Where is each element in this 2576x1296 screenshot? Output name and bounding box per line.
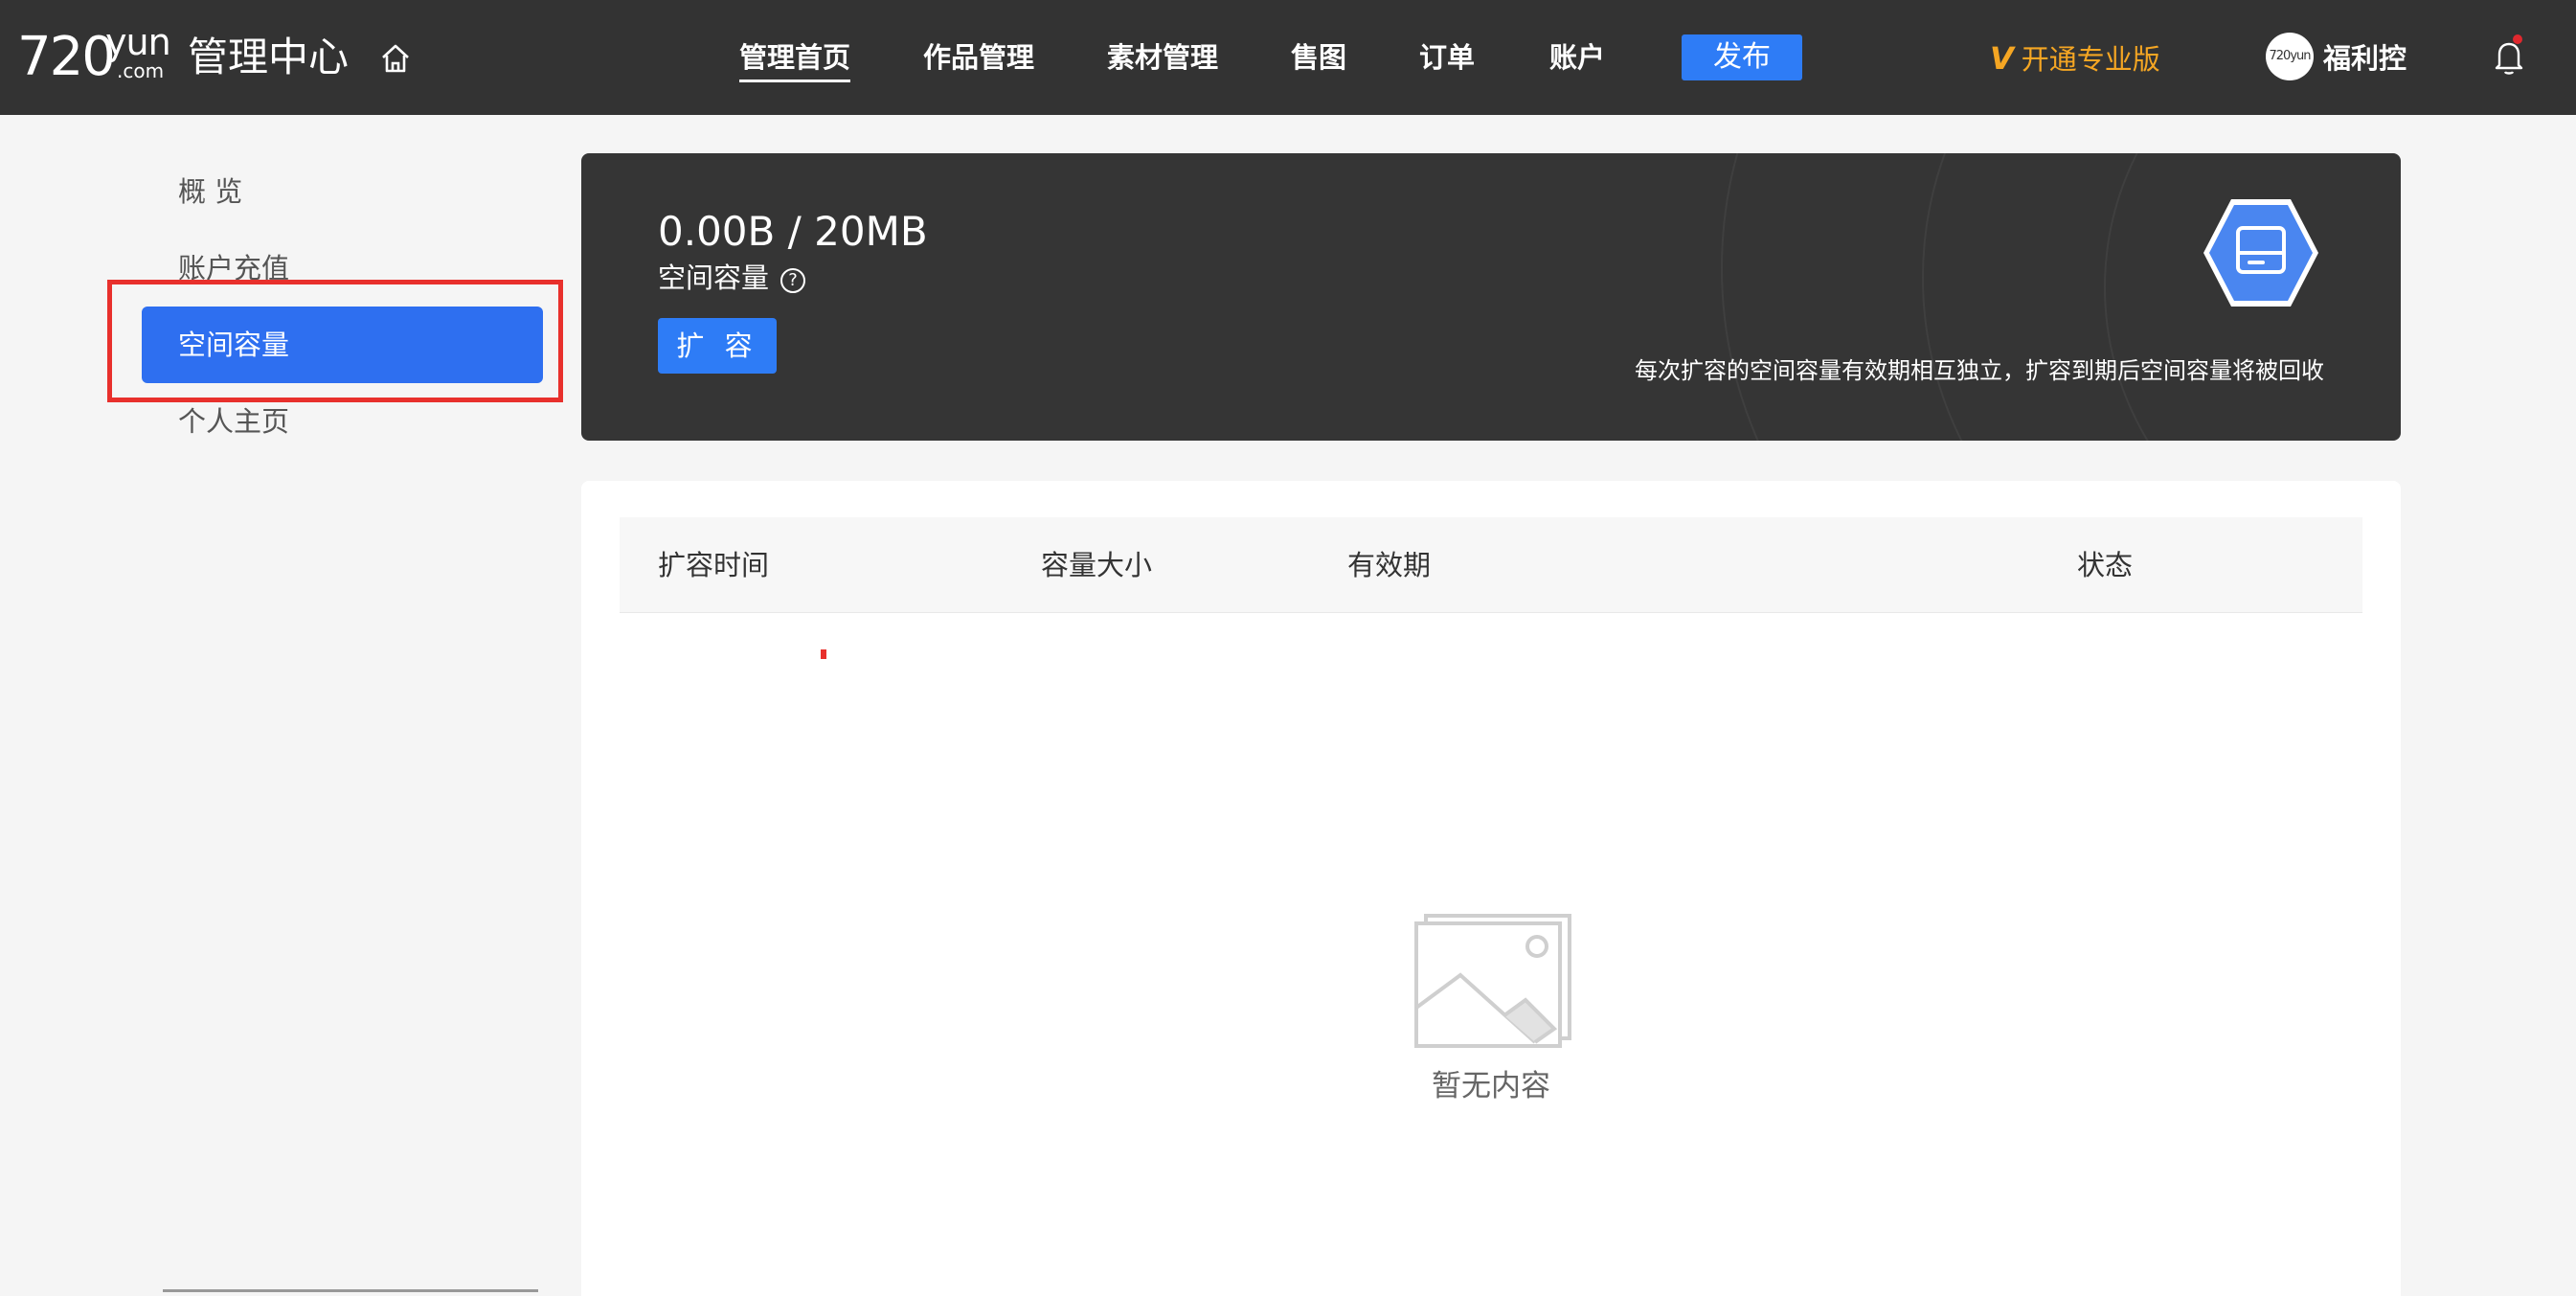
table-header: 扩容时间 容量大小 有效期 状态 (620, 517, 2362, 613)
home-icon[interactable] (379, 42, 412, 75)
upgrade-pro-link[interactable]: V 开通专业版 (1990, 36, 2160, 80)
nav-works[interactable]: 作品管理 (923, 34, 1034, 80)
expand-button[interactable]: 扩 容 (658, 318, 777, 374)
page-title: 管理中心 (188, 34, 350, 80)
bell-icon[interactable] (2492, 38, 2526, 77)
highlight-box (107, 280, 563, 402)
capacity-value: 0.00B / 20MB (658, 208, 928, 255)
nav-home[interactable]: 管理首页 (739, 34, 851, 82)
upgrade-pro-label: 开通专业版 (2021, 43, 2160, 76)
capacity-label: 空间容量 (658, 261, 770, 294)
column-header-time: 扩容时间 (658, 549, 770, 581)
sidebar-item-profile[interactable]: 个人主页 (178, 402, 289, 441)
sidebar-item-overview[interactable]: 概 览 (178, 172, 242, 211)
username[interactable]: 福利控 (2323, 36, 2407, 80)
nav-sell-images[interactable]: 售图 (1291, 34, 1346, 80)
logo-number: 720 (17, 26, 116, 88)
capacity-label-row: 空间容量? (658, 259, 806, 297)
nav-materials[interactable]: 素材管理 (1107, 34, 1218, 80)
expansion-records-panel: 扩容时间 容量大小 有效期 状态 暂无内容 (581, 481, 2401, 1296)
publish-button[interactable]: 发布 (1682, 34, 1802, 80)
top-navigation-bar: 720 yun .com 管理中心 管理首页 作品管理 素材管理 售图 订单 账… (0, 0, 2576, 115)
divider (163, 1289, 538, 1292)
hard-drive-icon (2203, 199, 2318, 307)
help-icon[interactable]: ? (780, 268, 806, 293)
column-header-size: 容量大小 (1041, 549, 1153, 581)
notification-dot (2513, 34, 2522, 44)
capacity-note: 每次扩容的空间容量有效期相互独立，扩容到期后空间容量将被回收 (1635, 357, 2324, 384)
capacity-card: 0.00B / 20MB 空间容量? 扩 容 每次扩容的空间容量有效期相互独立，… (581, 153, 2401, 441)
nav-orders[interactable]: 订单 (1419, 34, 1475, 80)
logo-com: .com (117, 59, 165, 82)
empty-image-icon (1414, 914, 1571, 1048)
empty-state-text: 暂无内容 (1432, 1069, 1550, 1103)
column-header-validity: 有效期 (1347, 549, 1432, 581)
logo-yun: yun (105, 21, 171, 63)
nav-account[interactable]: 账户 (1549, 34, 1605, 80)
avatar[interactable]: 720yun (2266, 33, 2314, 80)
column-header-status: 状态 (2077, 549, 2134, 581)
vip-icon: V (1990, 40, 2014, 77)
red-marker (821, 649, 826, 659)
